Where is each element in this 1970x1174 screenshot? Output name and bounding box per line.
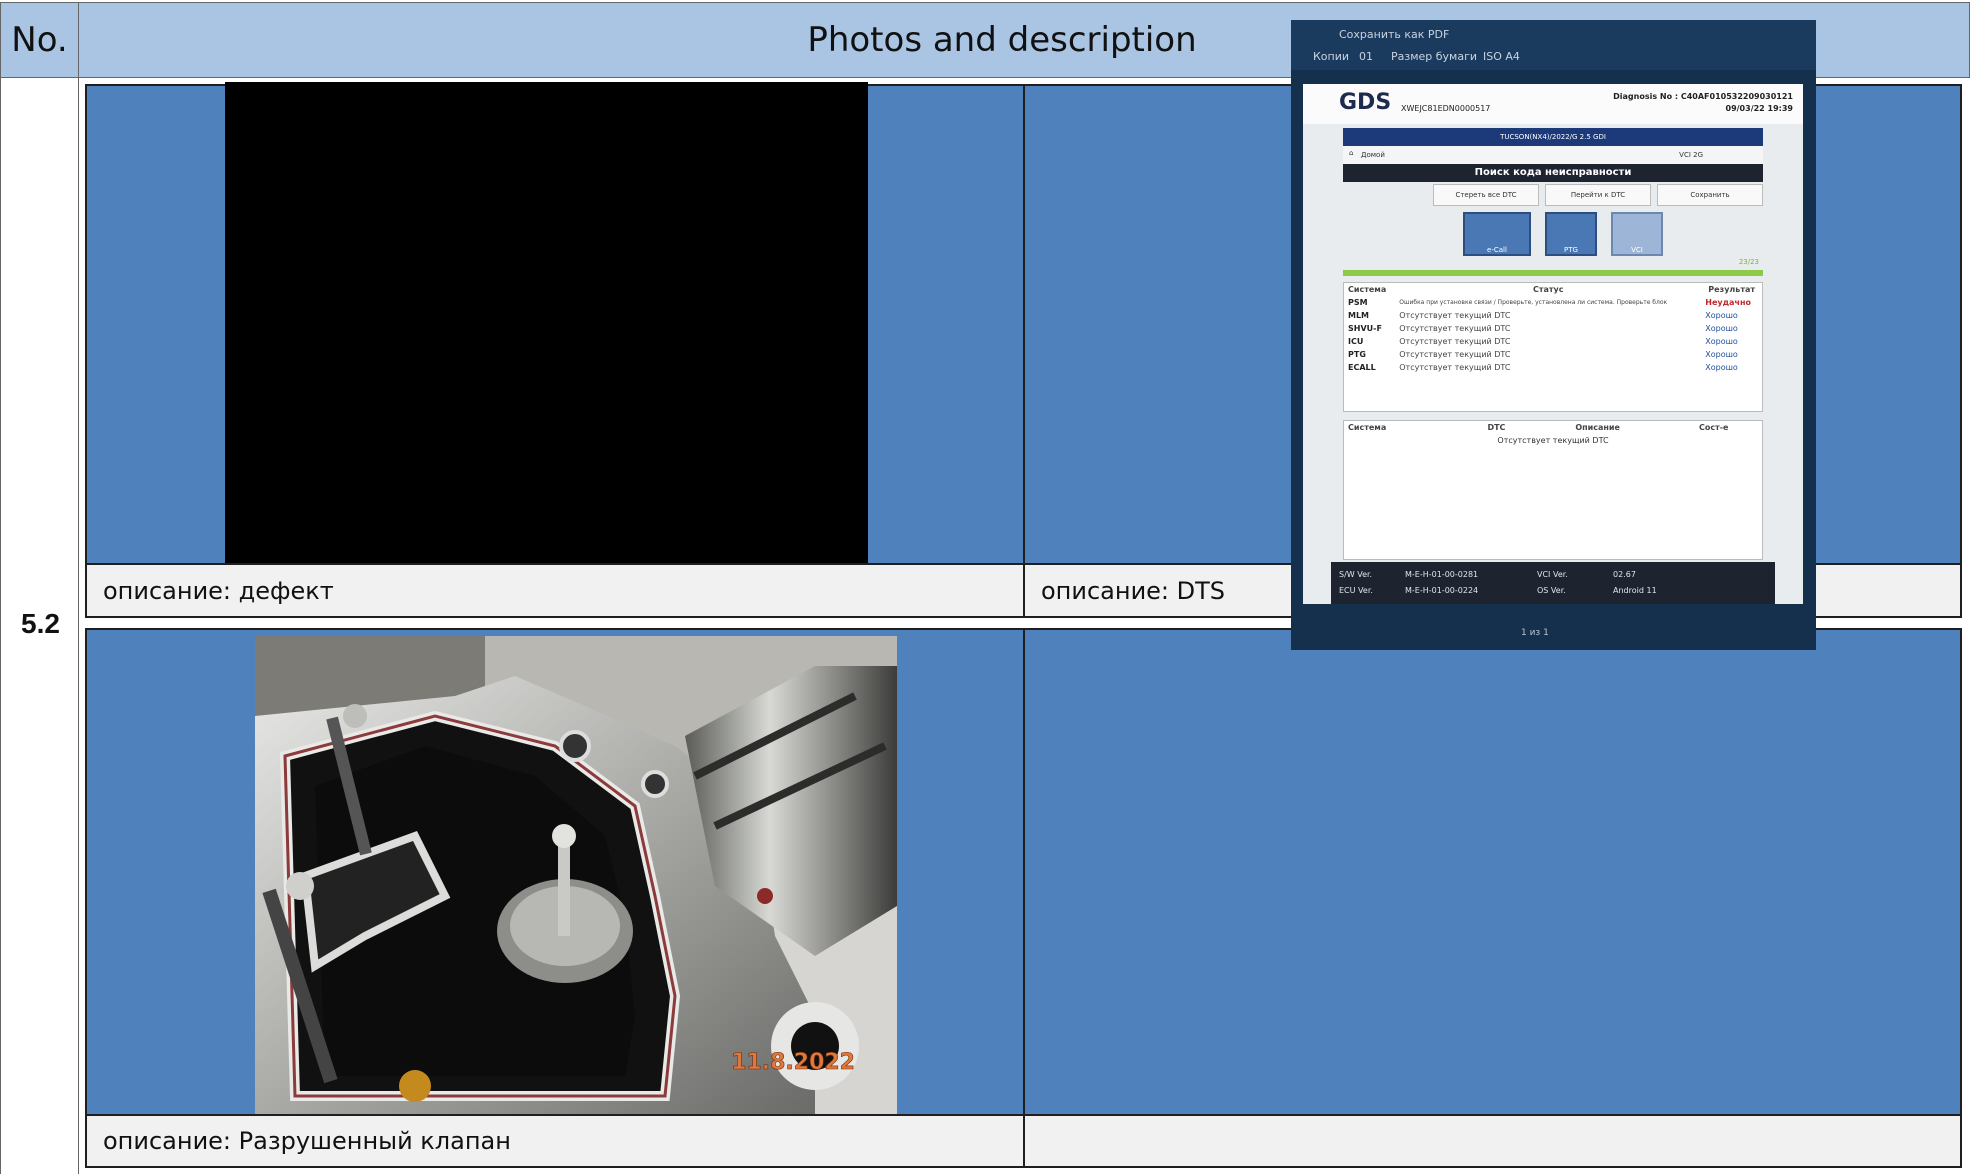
row-status: Отсутствует текущий DTC bbox=[1399, 324, 1511, 333]
sw-value: M-E-H-01-00-0281 bbox=[1405, 570, 1479, 579]
module-ptg[interactable]: PTG bbox=[1545, 212, 1597, 256]
tablet-screen: GDS XWEJC81EDN0000517 Diagnosis No : C40… bbox=[1303, 84, 1803, 604]
table-row[interactable]: SHVU-F Отсутствует текущий DTC Хорошо bbox=[1344, 322, 1762, 335]
dtc-col-code: DTC bbox=[1487, 423, 1506, 432]
module-vci[interactable]: VCI bbox=[1611, 212, 1663, 256]
header-no-cell: No. bbox=[0, 2, 79, 78]
table-row[interactable]: PTG Отсутствует текущий DTC Хорошо bbox=[1344, 348, 1762, 361]
home-label[interactable]: Домой bbox=[1361, 151, 1385, 159]
valve-photo: 11.8.2022 bbox=[255, 636, 897, 1117]
bottom-left-photo-cell: 11.8.2022 bbox=[85, 628, 1025, 1117]
table-row[interactable]: PSM Ошибка при установке связи / Проверь… bbox=[1344, 296, 1762, 309]
bottom-right-caption bbox=[1023, 1114, 1962, 1168]
system-table: Система Статус Результат PSM Ошибка при … bbox=[1343, 282, 1763, 412]
vci-label: VCI 2G bbox=[1679, 151, 1703, 159]
scan-progress-fill bbox=[1343, 270, 1763, 276]
row-system: SHVU-F bbox=[1348, 324, 1382, 333]
table-row[interactable]: MLM Отсутствует текущий DTC Хорошо bbox=[1344, 309, 1762, 322]
save-button[interactable]: Сохранить bbox=[1657, 184, 1763, 206]
dtc-empty-message: Отсутствует текущий DTC bbox=[1497, 436, 1609, 445]
row-result: Хорошо bbox=[1705, 350, 1738, 359]
col-result: Результат bbox=[1708, 285, 1755, 294]
diagnosis-no: Diagnosis No : C40AF010532209030121 bbox=[1613, 92, 1793, 101]
row-status: Отсутствует текущий DTC bbox=[1399, 311, 1511, 320]
vci-ver-label: VCI Ver. bbox=[1537, 570, 1568, 579]
header-title: Photos and description bbox=[807, 20, 1197, 60]
row-result: Хорошо bbox=[1705, 324, 1738, 333]
os-label: OS Ver. bbox=[1537, 586, 1566, 595]
action-buttons: Стереть все DTC Перейти к DTC Сохранить bbox=[1433, 184, 1763, 206]
home-icon[interactable]: ⌂ bbox=[1349, 149, 1353, 157]
module-vci-label: VCI bbox=[1631, 246, 1643, 254]
copies-label: Копии bbox=[1313, 50, 1350, 63]
row-result: Хорошо bbox=[1705, 363, 1738, 372]
os-value: Android 11 bbox=[1613, 586, 1657, 595]
photo-timestamp: 11.8.2022 bbox=[731, 1050, 855, 1075]
row-system: PSM bbox=[1348, 298, 1368, 307]
print-dialog-bar: Сохранить как PDF Копии 01 Размер бумаги… bbox=[1291, 20, 1816, 70]
dtc-col-system: Система bbox=[1348, 423, 1387, 432]
top-left-photo-cell bbox=[85, 82, 1025, 565]
paper-value: ISO A4 bbox=[1483, 50, 1520, 63]
scan-tool-photo: Сохранить как PDF Копии 01 Размер бумаги… bbox=[1291, 20, 1816, 650]
scan-progress-bar: 23/23 bbox=[1343, 258, 1763, 276]
row-system: MLM bbox=[1348, 311, 1370, 320]
row-status: Отсутствует текущий DTC bbox=[1399, 350, 1511, 359]
vci-ver-value: 02.67 bbox=[1613, 570, 1636, 579]
row-system: ECALL bbox=[1348, 363, 1376, 372]
clear-dtc-button[interactable]: Стереть все DTC bbox=[1433, 184, 1539, 206]
print-title: Сохранить как PDF bbox=[1339, 28, 1450, 41]
row-system: ICU bbox=[1348, 337, 1364, 346]
screen-title-bar: Поиск кода неисправности bbox=[1343, 164, 1763, 182]
system-status-table: Система Статус Результат PSM Ошибка при … bbox=[1344, 283, 1762, 374]
module-ecall[interactable]: e-Call bbox=[1463, 212, 1531, 256]
table-row[interactable]: ICU Отсутствует текущий DTC Хорошо bbox=[1344, 335, 1762, 348]
col-status: Статус bbox=[1533, 285, 1564, 294]
redacted-photo bbox=[225, 82, 868, 564]
row-status: Отсутствует текущий DTC bbox=[1399, 363, 1511, 372]
vehicle-bar: TUCSON(NX4)/2022/G 2.5 GDI bbox=[1343, 128, 1763, 146]
nav-bar: ⌂ Домой VCI 2G bbox=[1343, 146, 1763, 164]
vehicle-name: TUCSON(NX4)/2022/G 2.5 GDI bbox=[1500, 133, 1606, 141]
version-footer: S/W Ver. M-E-H-01-00-0281 ECU Ver. M-E-H… bbox=[1331, 562, 1775, 604]
row-status: Ошибка при установке связи / Проверьте, … bbox=[1399, 299, 1668, 306]
header-no-label: No. bbox=[11, 20, 68, 60]
diagnosis-date: 09/03/22 19:39 bbox=[1725, 104, 1794, 113]
col-system: Система bbox=[1348, 285, 1387, 294]
module-ptg-label: PTG bbox=[1564, 246, 1578, 254]
row-status: Отсутствует текущий DTC bbox=[1399, 337, 1511, 346]
sw-label: S/W Ver. bbox=[1339, 570, 1373, 579]
row-result: Хорошо bbox=[1705, 337, 1738, 346]
paper-label: Размер бумаги bbox=[1391, 50, 1478, 63]
table-row[interactable]: ECALL Отсутствует текущий DTC Хорошо bbox=[1344, 361, 1762, 374]
row-result-fail: Неудачно bbox=[1705, 298, 1751, 307]
module-ecall-label: e-Call bbox=[1487, 246, 1507, 254]
dtc-col-description: Описание bbox=[1575, 423, 1620, 432]
dtc-list-table: Система DTC Описание Сост-е Отсутствует … bbox=[1344, 421, 1762, 447]
scan-progress-value: 23/23 bbox=[1738, 258, 1759, 266]
go-to-dtc-button[interactable]: Перейти к DTC bbox=[1545, 184, 1651, 206]
row-number: 5.2 bbox=[21, 608, 60, 639]
valve-photo-illustration: 11.8.2022 bbox=[255, 636, 897, 1117]
page-indicator: 1 из 1 bbox=[1521, 628, 1549, 638]
gds-header: GDS XWEJC81EDN0000517 Diagnosis No : C40… bbox=[1303, 84, 1803, 124]
ecu-value: M-E-H-01-00-0224 bbox=[1405, 586, 1479, 595]
copies-value: 01 bbox=[1359, 50, 1373, 63]
gds-logo: GDS bbox=[1339, 90, 1392, 115]
screen-title: Поиск кода неисправности bbox=[1474, 167, 1632, 178]
ecu-label: ECU Ver. bbox=[1339, 586, 1373, 595]
row-system: PTG bbox=[1348, 350, 1366, 359]
number-column: 5.2 bbox=[0, 78, 79, 1174]
module-icons: e-Call PTG VCI bbox=[1463, 212, 1723, 256]
top-left-caption: описание: дефект bbox=[85, 563, 1025, 618]
bottom-right-photo-cell bbox=[1023, 628, 1962, 1117]
dtc-table: Система DTC Описание Сост-е Отсутствует … bbox=[1343, 420, 1763, 560]
bottom-left-caption: описание: Разрушенный клапан bbox=[85, 1114, 1025, 1168]
dtc-col-state: Сост-е bbox=[1698, 423, 1729, 432]
vin: XWEJC81EDN0000517 bbox=[1401, 104, 1491, 113]
row-result: Хорошо bbox=[1705, 311, 1738, 320]
